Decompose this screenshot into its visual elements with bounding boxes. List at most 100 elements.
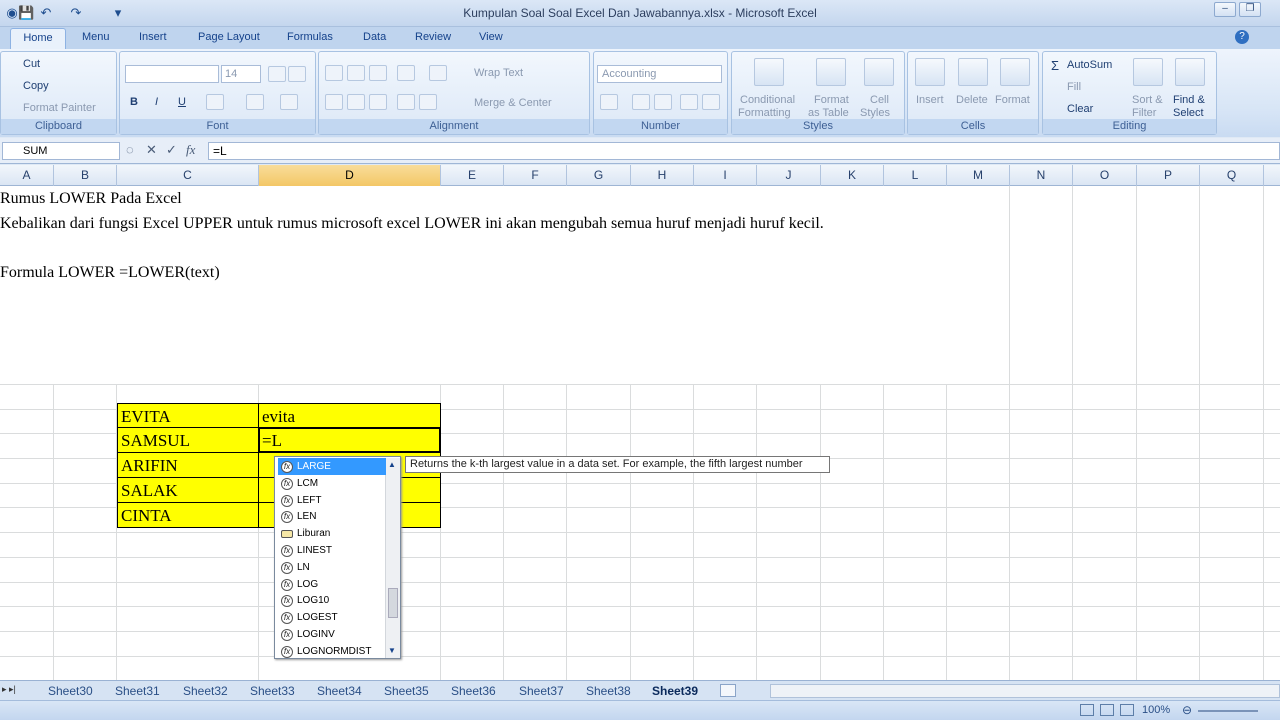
insert-function-icon[interactable]: fx [186, 142, 195, 158]
tab-formulas[interactable]: Formulas [287, 31, 333, 43]
autocomplete-item[interactable]: fx LEN [278, 508, 386, 525]
fill-button[interactable]: Fill [1067, 81, 1081, 93]
sort-filter-label2[interactable]: Filter [1132, 107, 1156, 119]
name-box[interactable]: SUM [2, 142, 120, 160]
percent-icon[interactable] [632, 94, 650, 110]
autosum-button[interactable]: AutoSum [1067, 59, 1112, 71]
font-size-select[interactable]: 14 [221, 65, 261, 83]
autocomplete-scrollbar[interactable]: ▲ ▼ [385, 458, 400, 658]
insert-cells-icon[interactable] [915, 58, 945, 86]
minimize-button[interactable]: – [1214, 2, 1236, 17]
column-header-i[interactable]: I [694, 165, 757, 186]
grow-font-icon[interactable] [268, 66, 286, 82]
column-header-n[interactable]: N [1010, 165, 1073, 186]
sheet-tab-sheet31[interactable]: Sheet31 [115, 684, 160, 698]
sheet-tab-sheet39[interactable]: Sheet39 [652, 684, 698, 698]
decrease-indent-icon[interactable] [397, 94, 415, 110]
number-format-select[interactable]: Accounting [597, 65, 722, 83]
autocomplete-item[interactable]: fx LARGE [278, 458, 386, 475]
tab-home[interactable]: Home [10, 28, 66, 49]
column-header-m[interactable]: M [947, 165, 1010, 186]
normal-view-icon[interactable] [1080, 704, 1094, 716]
align-right-icon[interactable] [369, 94, 387, 110]
autocomplete-item[interactable]: fx LOG10 [278, 592, 386, 609]
align-top-icon[interactable] [325, 65, 343, 81]
find-select-label2[interactable]: Select [1173, 107, 1204, 119]
column-header-a[interactable]: A [0, 165, 54, 186]
cell-c2[interactable]: SAMSUL [117, 428, 259, 453]
align-bottom-icon[interactable] [369, 65, 387, 81]
increase-indent-icon[interactable] [419, 94, 437, 110]
copy-button[interactable]: Copy [23, 80, 49, 92]
insert-cells-button[interactable]: Insert [916, 94, 944, 106]
zoom-out-icon[interactable]: ⊖ [1182, 703, 1192, 717]
sheet-tab-sheet38[interactable]: Sheet38 [586, 684, 631, 698]
sheet-tab-sheet37[interactable]: Sheet37 [519, 684, 564, 698]
tab-review[interactable]: Review [415, 31, 451, 43]
first-sheet-icon[interactable]: ▸ ▸| [2, 684, 16, 695]
sheet-tab-sheet35[interactable]: Sheet35 [384, 684, 429, 698]
scroll-up-icon[interactable]: ▲ [388, 460, 396, 469]
zoom-slider[interactable] [1198, 710, 1258, 712]
page-break-view-icon[interactable] [1120, 704, 1134, 716]
format-cells-icon[interactable] [1000, 58, 1030, 86]
sheet-tab-sheet34[interactable]: Sheet34 [317, 684, 362, 698]
format-cells-button[interactable]: Format [995, 94, 1030, 106]
underline-button[interactable]: U [178, 96, 186, 108]
increase-decimal-icon[interactable] [680, 94, 698, 110]
clear-button[interactable]: Clear [1067, 103, 1093, 115]
column-header-o[interactable]: O [1073, 165, 1137, 186]
comma-icon[interactable] [654, 94, 672, 110]
autocomplete-item[interactable]: fx LEFT [278, 492, 386, 509]
tab-data[interactable]: Data [363, 31, 386, 43]
column-header-q[interactable]: Q [1200, 165, 1264, 186]
column-header-e[interactable]: E [441, 165, 504, 186]
column-header-c[interactable]: C [117, 165, 259, 186]
sheet-tab-sheet36[interactable]: Sheet36 [451, 684, 496, 698]
delete-cells-icon[interactable] [958, 58, 988, 86]
sheet-tab-sheet32[interactable]: Sheet32 [183, 684, 228, 698]
help-icon[interactable]: ? [1235, 30, 1249, 44]
tab-menu[interactable]: Menu [82, 31, 110, 43]
tab-view[interactable]: View [479, 31, 503, 43]
sort-filter-icon[interactable] [1133, 58, 1163, 86]
font-color-icon[interactable] [280, 94, 298, 110]
decrease-decimal-icon[interactable] [702, 94, 720, 110]
column-header-g[interactable]: G [567, 165, 631, 186]
cell-c1[interactable]: EVITA [117, 403, 259, 428]
bold-button[interactable]: B [130, 96, 138, 108]
column-header-j[interactable]: J [757, 165, 821, 186]
cell-styles-icon[interactable] [864, 58, 894, 86]
column-header-d[interactable]: D [259, 165, 441, 186]
tab-page-layout[interactable]: Page Layout [198, 31, 260, 43]
merge-center-button[interactable]: Merge & Center [474, 97, 552, 109]
fill-color-icon[interactable] [246, 94, 264, 110]
column-header-k[interactable]: K [821, 165, 884, 186]
font-name-select[interactable] [125, 65, 219, 83]
cell-c3[interactable]: ARIFIN [117, 453, 259, 478]
column-header-p[interactable]: P [1137, 165, 1200, 186]
conditional-formatting-icon[interactable] [754, 58, 784, 86]
wrap-text-button[interactable]: Wrap Text [474, 67, 523, 79]
autocomplete-item[interactable]: Liburan [278, 525, 386, 542]
cancel-icon[interactable]: ✕ [146, 142, 157, 158]
format-as-table-icon[interactable] [816, 58, 846, 86]
scroll-down-icon[interactable]: ▼ [388, 646, 396, 655]
cell-c4[interactable]: SALAK [117, 478, 259, 503]
autocomplete-item[interactable]: fx LOG [278, 576, 386, 593]
worksheet-grid[interactable]: Rumus LOWER Pada Excel Kebalikan dari fu… [0, 186, 1280, 680]
orientation-icon[interactable] [397, 65, 415, 81]
sort-filter-label[interactable]: Sort & [1132, 94, 1163, 106]
active-cell-d[interactable]: =L [259, 428, 441, 453]
autocomplete-item[interactable]: fx LN [278, 559, 386, 576]
autocomplete-item[interactable]: fx LOGEST [278, 609, 386, 626]
binoculars-icon[interactable] [1175, 58, 1205, 86]
autocomplete-item[interactable]: fx LINEST [278, 542, 386, 559]
zoom-level[interactable]: 100% [1142, 704, 1170, 716]
column-header-b[interactable]: B [54, 165, 117, 186]
sheet-tab-sheet33[interactable]: Sheet33 [250, 684, 295, 698]
formula-input[interactable]: =L [208, 142, 1280, 160]
find-select-label[interactable]: Find & [1173, 94, 1205, 106]
cell-d1[interactable]: evita [259, 403, 441, 428]
rtl-icon[interactable] [429, 65, 447, 81]
